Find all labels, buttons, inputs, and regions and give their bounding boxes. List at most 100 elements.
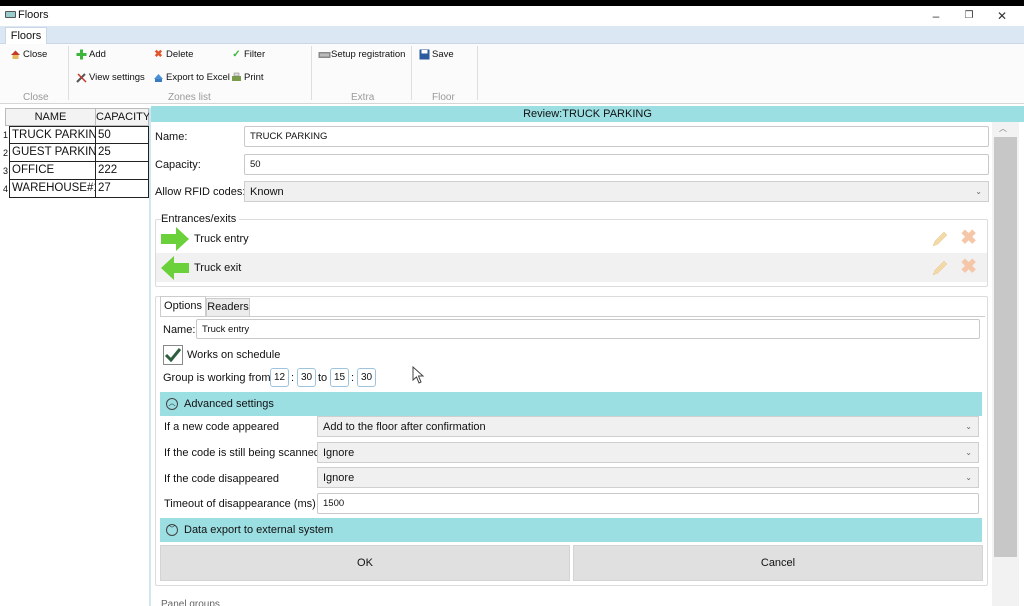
option-name-label: Name: — [163, 324, 196, 336]
works-on-schedule-label: Works on schedule — [187, 349, 281, 361]
minimize-button[interactable]: – — [922, 8, 950, 24]
disappeared-label: If the code disappeared — [164, 473, 279, 485]
cell-capacity[interactable]: 50 — [96, 126, 149, 144]
to-label: to — [318, 372, 328, 384]
rfid-label: Allow RFID codes: — [155, 186, 246, 198]
delete-icon: ✖ — [154, 49, 163, 60]
close-window-button[interactable]: ✕ — [988, 8, 1016, 24]
chevron-down-icon: ⌄ — [965, 422, 972, 431]
export-icon — [153, 72, 164, 83]
save-button[interactable]: Save — [419, 49, 454, 60]
advanced-settings-title: Advanced settings — [184, 398, 274, 410]
table-row[interactable]: 1 TRUCK PARKING 50 — [3, 126, 149, 144]
ribbon-separator — [477, 46, 478, 100]
table-row[interactable]: 2 GUEST PARKING 25 — [3, 144, 149, 162]
home-icon — [10, 49, 21, 60]
cell-capacity[interactable]: 222 — [96, 162, 149, 180]
add-button[interactable]: Add — [76, 49, 106, 60]
data-export-title: Data export to external system — [184, 524, 334, 536]
mouse-cursor-icon — [412, 366, 425, 384]
new-code-select[interactable]: Add to the floor after confirmation ⌄ — [317, 416, 979, 437]
name-field[interactable]: TRUCK PARKING — [244, 126, 989, 147]
row-number: 2 — [3, 148, 9, 158]
capacity-label: Capacity: — [155, 159, 201, 171]
cell-capacity[interactable]: 25 — [96, 144, 149, 162]
entrances-label: Entrances/exits — [161, 213, 240, 225]
delete-button[interactable]: ✖ Delete — [153, 49, 193, 60]
view-settings-button[interactable]: View settings — [76, 72, 145, 83]
ribbon-separator — [411, 46, 412, 100]
column-header-name[interactable]: NAME — [6, 109, 96, 125]
row-number: 4 — [3, 184, 9, 194]
from-hour-field[interactable]: 12 — [270, 368, 289, 387]
from-minute-field[interactable]: 30 — [297, 368, 316, 387]
title-bar — [0, 6, 1024, 26]
capacity-field[interactable]: 50 — [244, 154, 989, 175]
working-from-label: Group is working from — [163, 372, 271, 384]
name-label: Name: — [155, 131, 188, 143]
arrow-left-icon — [161, 255, 189, 280]
disappeared-select[interactable]: Ignore ⌄ — [317, 467, 979, 488]
ribbon-separator — [311, 46, 312, 100]
pencil-icon[interactable] — [931, 230, 949, 248]
panel-groups-label: Panel groups — [161, 599, 220, 606]
cell-name[interactable]: GUEST PARKING — [9, 144, 96, 162]
cancel-button[interactable]: Cancel — [573, 545, 983, 581]
works-on-schedule-checkbox[interactable] — [163, 345, 183, 365]
column-header-capacity[interactable]: CAPACITY — [96, 109, 150, 125]
pencil-icon[interactable] — [931, 259, 949, 277]
rfid-select[interactable]: Known ⌄ — [244, 181, 989, 202]
new-code-select-value: Add to the floor after confirmation — [323, 420, 486, 433]
pane-splitter[interactable] — [149, 108, 151, 606]
close-button[interactable]: Close — [10, 49, 47, 60]
to-hour-field[interactable]: 15 — [330, 368, 349, 387]
advanced-settings-header[interactable]: ︿ Advanced settings — [160, 392, 982, 416]
grid-header: NAME CAPACITY — [5, 108, 150, 126]
options-panel — [155, 296, 988, 586]
add-icon — [76, 49, 87, 60]
print-icon — [231, 72, 242, 83]
scrollbar-thumb[interactable] — [994, 137, 1017, 557]
tab-divider — [160, 316, 985, 317]
chevron-down-icon: ⌄ — [975, 187, 982, 196]
exit-name: Truck exit — [194, 261, 242, 274]
x-icon[interactable]: ✖ — [960, 228, 977, 248]
table-row[interactable]: 3 OFFICE 222 — [3, 162, 149, 180]
setup-registration-button[interactable]: Setup registration — [318, 49, 405, 60]
ribbon-separator — [68, 46, 69, 100]
zones-grid: NAME CAPACITY 1 TRUCK PARKING 50 2 GUEST… — [3, 108, 150, 198]
still-scanned-label: If the code is still being scanned — [164, 447, 320, 459]
group-label-extra: Extra — [351, 92, 375, 103]
chevron-up-icon: ︿ — [166, 398, 178, 410]
filter-button[interactable]: ✓ Filter — [231, 49, 265, 60]
app-icon — [5, 11, 16, 18]
option-name-field[interactable]: Truck entry — [196, 319, 980, 339]
cell-name[interactable]: TRUCK PARKING — [9, 126, 96, 144]
export-excel-button[interactable]: Export to Excel — [153, 72, 230, 83]
chevron-down-icon: ⌄ — [965, 473, 972, 482]
entrance-name: Truck entry — [194, 232, 249, 245]
timeout-field[interactable]: 1500 — [317, 493, 979, 514]
tab-floors[interactable]: Floors — [5, 27, 47, 45]
table-row[interactable]: 4 WAREHOUSE#1 27 — [3, 180, 149, 198]
ok-button[interactable]: OK — [160, 545, 570, 581]
data-export-header[interactable]: ﹀ Data export to external system — [160, 518, 982, 542]
to-minute-field[interactable]: 30 — [357, 368, 376, 387]
scroll-up-icon[interactable]: ︿ — [999, 123, 1007, 134]
timeout-label: Timeout of disappearance (ms) — [164, 498, 316, 510]
x-icon[interactable]: ✖ — [960, 257, 977, 277]
window-title: Floors — [18, 9, 49, 21]
cell-capacity[interactable]: 27 — [96, 180, 149, 198]
time-separator: : — [351, 372, 355, 384]
setup-registration-icon — [318, 49, 331, 60]
chevron-down-icon: ﹀ — [166, 524, 178, 536]
cell-name[interactable]: OFFICE — [9, 162, 96, 180]
print-button[interactable]: Print — [231, 72, 264, 83]
tab-options[interactable]: Options — [160, 296, 206, 316]
still-scanned-select[interactable]: Ignore ⌄ — [317, 442, 979, 463]
restore-button[interactable]: ❐ — [955, 8, 983, 24]
cell-name[interactable]: WAREHOUSE#1 — [9, 180, 96, 198]
list-item[interactable]: Truck entry ✖ — [156, 224, 987, 253]
list-item[interactable]: Truck exit ✖ — [156, 253, 987, 282]
tab-readers[interactable]: Readers — [206, 298, 250, 316]
